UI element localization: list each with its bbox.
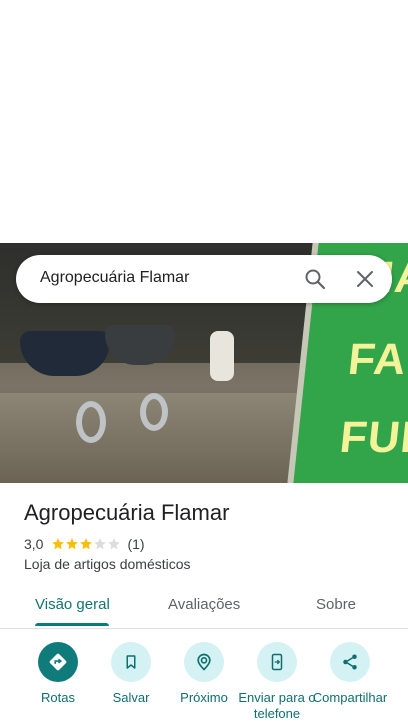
star-filled-icon bbox=[66, 538, 79, 550]
star-filled-icon bbox=[52, 538, 65, 550]
search-bar[interactable]: Agropecuária Flamar bbox=[16, 255, 392, 303]
rating-row[interactable]: 3,0 (1) bbox=[24, 536, 145, 552]
place-category[interactable]: Loja de artigos domésticos bbox=[24, 556, 191, 572]
tab-about[interactable]: Sobre bbox=[316, 596, 356, 613]
directions-icon bbox=[38, 642, 78, 682]
directions-button[interactable]: Rotas bbox=[18, 640, 98, 706]
sign-text: FUR bbox=[337, 413, 408, 462]
photo-wheel bbox=[76, 401, 106, 443]
share-icon bbox=[330, 642, 370, 682]
tab-reviews[interactable]: Avaliações bbox=[168, 596, 240, 613]
tab-overview[interactable]: Visão geral bbox=[35, 596, 110, 613]
bookmark-icon bbox=[111, 642, 151, 682]
place-title: Agropecuária Flamar bbox=[24, 500, 230, 525]
share-button[interactable]: Compartilhar bbox=[310, 640, 390, 706]
share-label: Compartilhar bbox=[312, 690, 388, 705]
review-count[interactable]: (1) bbox=[127, 536, 144, 552]
directions-label: Rotas bbox=[41, 690, 75, 705]
save-button[interactable]: Salvar bbox=[91, 640, 171, 706]
star-empty-icon bbox=[108, 538, 121, 550]
photo-wheelbarrow bbox=[20, 331, 110, 376]
send-to-phone-icon bbox=[257, 642, 297, 682]
star-empty-icon bbox=[94, 538, 107, 550]
nearby-icon bbox=[184, 642, 224, 682]
send-to-phone-label: Enviar para o telefone bbox=[238, 690, 316, 721]
action-bar: Rotas Salvar Próximo Enviar para o telef… bbox=[0, 640, 408, 726]
search-icon[interactable] bbox=[303, 267, 327, 291]
sign-text: FAR bbox=[345, 335, 408, 384]
active-tab-indicator bbox=[35, 623, 109, 626]
photo-wheel bbox=[140, 393, 168, 431]
photo-bag bbox=[210, 331, 234, 381]
close-icon[interactable] bbox=[353, 267, 377, 291]
rating-stars bbox=[51, 537, 121, 551]
nearby-label: Próximo bbox=[180, 690, 228, 705]
save-label: Salvar bbox=[112, 690, 150, 705]
search-query[interactable]: Agropecuária Flamar bbox=[40, 269, 189, 287]
nearby-button[interactable]: Próximo bbox=[164, 640, 244, 706]
star-filled-icon bbox=[80, 538, 93, 550]
rating-value: 3,0 bbox=[24, 536, 44, 552]
place-tabs: Visão geral Avaliações Sobre bbox=[0, 586, 408, 629]
send-to-phone-button[interactable]: Enviar para o telefone bbox=[237, 640, 317, 722]
